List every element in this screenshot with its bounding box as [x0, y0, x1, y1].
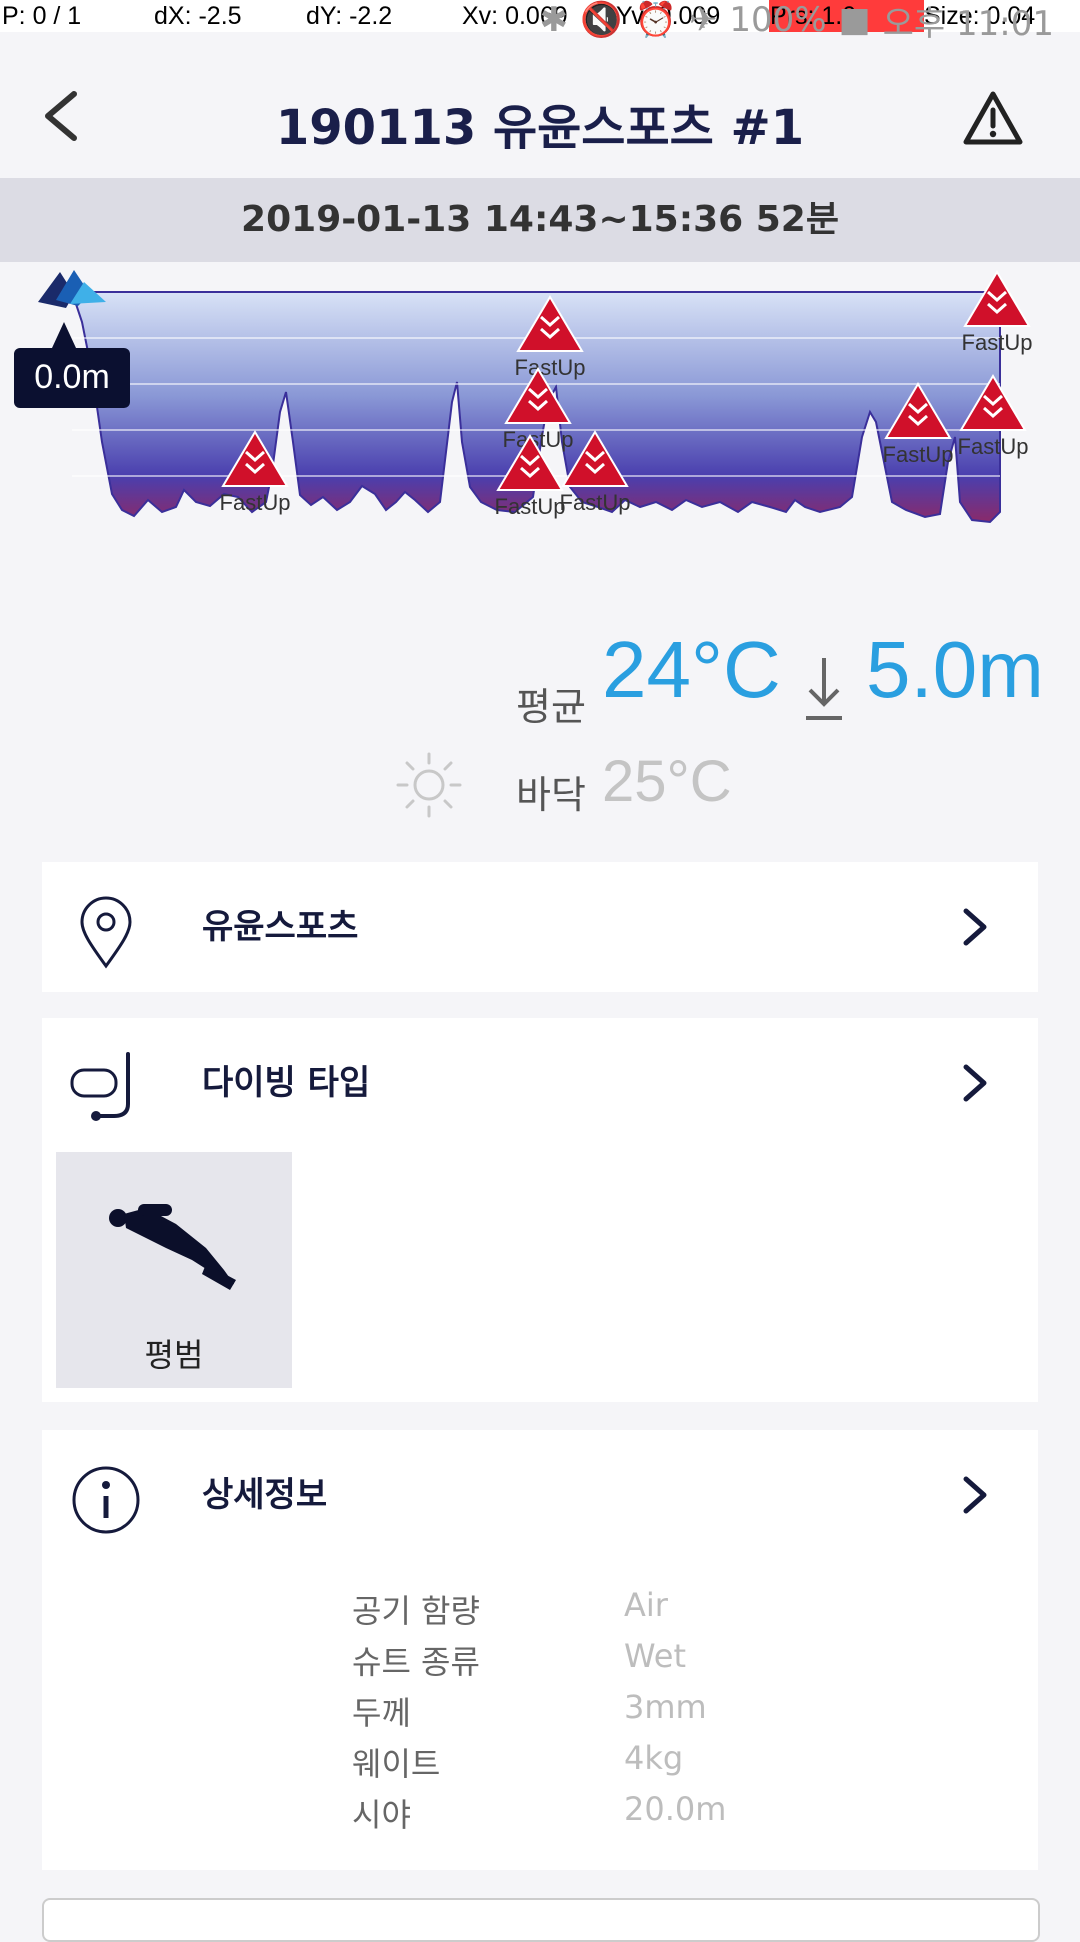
- detail-key: 웨이트: [352, 1745, 441, 1783]
- detail-value: 20.0m: [624, 1790, 727, 1828]
- dive-type-label: 다이빙 타입: [202, 1063, 371, 1103]
- fastup-label: FastUp: [515, 355, 586, 380]
- bottom-label: 바닥: [516, 773, 586, 817]
- avg-temp: 24°C: [602, 625, 781, 714]
- depth-marker-value: 0.0m: [34, 358, 110, 396]
- chevron-right-icon[interactable]: [960, 1475, 990, 1515]
- bottom-temp: 25°C: [602, 749, 732, 814]
- debug-dx: dX: -2.5: [154, 2, 242, 30]
- location-card[interactable]: 유윤스포츠: [42, 862, 1038, 992]
- max-depth-icon: [806, 658, 842, 720]
- depth-profile-graph[interactable]: 0.0m FastUpFastUpFastUpFastUpFastUpFastU…: [0, 262, 1080, 540]
- info-icon: [72, 1466, 140, 1534]
- dive-summary: 평균 24°C 5.0m 바닥 25°C: [0, 625, 1080, 830]
- detail-key: 시야: [352, 1796, 411, 1834]
- detail-key: 두께: [352, 1694, 411, 1732]
- max-depth: 5.0m: [866, 625, 1044, 714]
- depth-marker-pointer: [52, 322, 76, 348]
- alarm-icon: ⏰: [634, 0, 677, 40]
- details-row[interactable]: 상세정보: [42, 1430, 1038, 1560]
- battery-level: 100%: [729, 0, 827, 40]
- dive-type-value: 평범: [144, 1336, 204, 1374]
- airplane-icon: ✈: [688, 0, 718, 40]
- next-card-edge: [42, 1898, 1040, 1942]
- location-row[interactable]: 유윤스포츠: [42, 862, 1038, 992]
- detail-key: 공기 함량: [352, 1592, 480, 1630]
- debug-p: P: 0 / 1: [2, 2, 82, 30]
- fastup-label: FastUp: [560, 490, 631, 515]
- fastup-label: FastUp: [883, 442, 954, 467]
- diver-logo-icon: [38, 270, 106, 308]
- chevron-right-icon[interactable]: [960, 1063, 990, 1103]
- detail-value: 3mm: [624, 1688, 707, 1726]
- sun-icon: [396, 752, 462, 818]
- detail-value: Air: [624, 1586, 668, 1624]
- chevron-right-icon[interactable]: [960, 907, 990, 947]
- location-name: 유윤스포츠: [202, 907, 359, 947]
- location-pin-icon: [80, 896, 132, 969]
- mute-icon: 🔇: [580, 0, 623, 40]
- page-title: 190113 유윤스포츠 #1: [275, 100, 805, 156]
- fastup-label: FastUp: [495, 494, 566, 519]
- fastup-label: FastUp: [962, 330, 1033, 355]
- fastup-marker[interactable]: FastUp: [962, 270, 1033, 355]
- details-card: 상세정보 공기 함량 Air 슈트 종류 Wet 두께 3mm 웨이트 4kg …: [42, 1430, 1038, 1870]
- detail-value: 4kg: [624, 1739, 684, 1777]
- detail-value: Wet: [624, 1637, 686, 1675]
- dive-type-row[interactable]: 다이빙 타입: [42, 1018, 1038, 1148]
- dive-type-tile[interactable]: 평범: [56, 1152, 292, 1388]
- clock: 오후 11:01: [882, 3, 1054, 44]
- battery-icon: ■: [838, 0, 871, 40]
- status-bar: ✱ 🔇 ⏰ ✈ 100% ■ 오후 11:01: [540, 0, 1054, 44]
- warning-icon[interactable]: [962, 90, 1024, 146]
- details-label: 상세정보: [202, 1475, 328, 1515]
- detail-key: 슈트 종류: [352, 1643, 480, 1681]
- dive-datetime-bar: 2019-01-13 14:43~15:36 52분: [0, 178, 1080, 262]
- debug-dy: dY: -2.2: [306, 2, 393, 30]
- diver-icon: [109, 1204, 236, 1290]
- fastup-label: FastUp: [958, 434, 1029, 459]
- snorkel-mask-icon: [70, 1052, 130, 1121]
- bluetooth-icon: ✱: [539, 0, 569, 40]
- dive-type-card: 다이빙 타입 평범: [42, 1018, 1038, 1402]
- app-header: 190113 유윤스포츠 #1: [0, 40, 1080, 178]
- fastup-label: FastUp: [220, 490, 291, 515]
- avg-label: 평균: [516, 685, 586, 729]
